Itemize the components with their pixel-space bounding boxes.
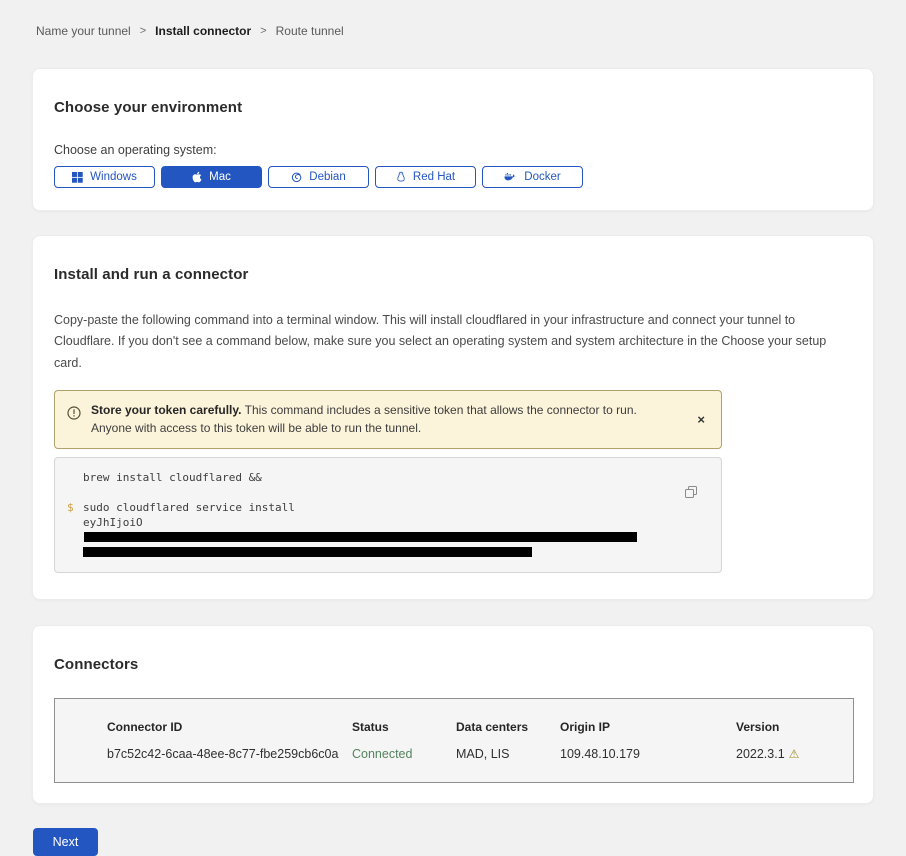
col-status: Status bbox=[352, 720, 456, 734]
token-redaction-bar bbox=[84, 532, 637, 542]
version-value: 2022.3.1⚠ bbox=[736, 747, 853, 761]
linux-penguin-icon bbox=[396, 171, 406, 183]
breadcrumb-route-tunnel[interactable]: Route tunnel bbox=[276, 24, 344, 38]
data-centers-value: MAD, LIS bbox=[456, 747, 560, 761]
command-line-2-text: sudo cloudflared service install bbox=[83, 501, 295, 516]
docker-whale-icon bbox=[504, 172, 517, 183]
os-button-mac[interactable]: Mac bbox=[161, 166, 262, 188]
os-button-docker[interactable]: Docker bbox=[482, 166, 583, 188]
status-badge: Connected bbox=[352, 747, 456, 761]
apple-icon bbox=[192, 171, 202, 183]
breadcrumb-separator: > bbox=[140, 25, 146, 37]
os-button-label: Docker bbox=[524, 171, 560, 183]
version-warning-icon: ⚠ bbox=[789, 747, 800, 761]
breadcrumb-install-connector[interactable]: Install connector bbox=[155, 24, 251, 38]
connectors-table-header: Connector ID Status Data centers Origin … bbox=[107, 720, 853, 734]
connectors-card: Connectors Connector ID Status Data cent… bbox=[32, 625, 874, 804]
install-description: Copy-paste the following command into a … bbox=[54, 310, 844, 374]
token-warning-banner: Store your token carefully. This command… bbox=[54, 390, 722, 449]
command-line-1: brew install cloudflared && bbox=[67, 471, 681, 486]
token-line-2 bbox=[67, 545, 681, 560]
os-button-label: Mac bbox=[209, 171, 231, 183]
os-select-label: Choose an operating system: bbox=[54, 143, 852, 157]
token-redaction-bar bbox=[83, 547, 532, 557]
command-line-2: $ sudo cloudflared service install bbox=[67, 501, 681, 516]
connectors-card-title: Connectors bbox=[54, 656, 852, 673]
install-command-block: brew install cloudflared && $ sudo cloud… bbox=[54, 457, 722, 573]
col-data-centers: Data centers bbox=[456, 720, 560, 734]
breadcrumb: Name your tunnel > Install connector > R… bbox=[0, 0, 906, 38]
install-card-title: Install and run a connector bbox=[54, 266, 844, 283]
windows-icon bbox=[72, 172, 83, 183]
connectors-table: Connector ID Status Data centers Origin … bbox=[54, 698, 854, 783]
token-prefix: eyJhIjoiO bbox=[83, 516, 143, 529]
os-button-windows[interactable]: Windows bbox=[54, 166, 155, 188]
shell-prompt: $ bbox=[67, 501, 83, 516]
environment-card: Choose your environment Choose an operat… bbox=[32, 68, 874, 211]
close-icon[interactable]: × bbox=[693, 412, 709, 427]
breadcrumb-name-your-tunnel[interactable]: Name your tunnel bbox=[36, 24, 131, 38]
warning-text: Store your token carefully. This command… bbox=[91, 401, 683, 438]
table-row: b7c52c42-6caa-48ee-8c77-fbe259cb6c0a Con… bbox=[107, 747, 853, 761]
os-button-group: Windows Mac Debian Red Hat Docker bbox=[54, 166, 852, 188]
os-button-label: Debian bbox=[309, 171, 345, 183]
col-origin-ip: Origin IP bbox=[560, 720, 736, 734]
debian-icon bbox=[291, 172, 302, 183]
connector-id-value: b7c52c42-6caa-48ee-8c77-fbe259cb6c0a bbox=[107, 747, 352, 761]
token-line: eyJhIjoiO bbox=[67, 516, 681, 546]
os-button-label: Red Hat bbox=[413, 171, 455, 183]
next-button[interactable]: Next bbox=[33, 828, 98, 856]
os-button-debian[interactable]: Debian bbox=[268, 166, 369, 188]
install-connector-card: Install and run a connector Copy-paste t… bbox=[32, 235, 874, 600]
copy-icon[interactable] bbox=[685, 486, 697, 501]
environment-card-title: Choose your environment bbox=[54, 99, 852, 116]
alert-circle-icon bbox=[67, 406, 81, 426]
origin-ip-value: 109.48.10.179 bbox=[560, 747, 736, 761]
col-connector-id: Connector ID bbox=[107, 720, 352, 734]
col-version: Version bbox=[736, 720, 853, 734]
os-button-redhat[interactable]: Red Hat bbox=[375, 166, 476, 188]
os-button-label: Windows bbox=[90, 171, 137, 183]
breadcrumb-separator: > bbox=[260, 25, 266, 37]
warning-title: Store your token carefully. bbox=[91, 403, 242, 417]
